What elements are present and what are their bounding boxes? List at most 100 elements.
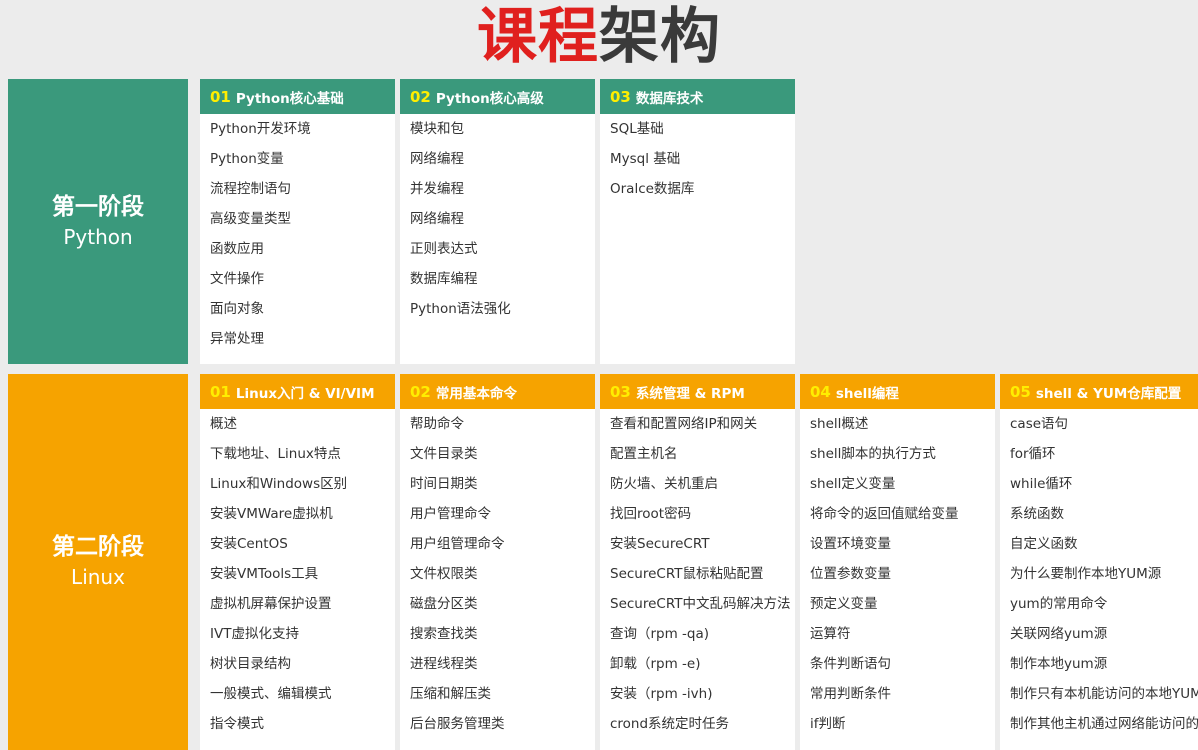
module-title: 常用基本命令 — [435, 385, 517, 402]
topic-item: 磁盘分区类 — [410, 596, 478, 612]
topic-item: 查询（rpm -qa) — [610, 626, 710, 642]
topic-item: 压缩和解压类 — [410, 686, 491, 702]
module-card: 03 数据库技术 SQL基础 Mysql 基础 Oralce数据库 — [600, 79, 795, 364]
topic-item: 文件目录类 — [410, 446, 478, 462]
topic-item: 面向对象 — [210, 301, 264, 317]
module-number: 03 — [610, 87, 631, 106]
topic-item: 函数应用 — [210, 241, 264, 257]
topic-item: 后台服务管理类 — [410, 716, 505, 732]
module-topic-list: shell概述 shell脚本的执行方式 shell定义变量 将命令的返回值赋给变量设… — [800, 409, 995, 739]
topic-item: 正则表达式 — [410, 241, 478, 257]
topic-item: 进程线程类 — [410, 656, 478, 672]
stage-subtitle: Linux — [71, 565, 125, 589]
topic-item: 一般模式、编辑模式 — [210, 686, 332, 702]
topic-item: 安装（rpm -ivh) — [610, 686, 713, 702]
topic-item: shell定义变量 — [810, 476, 896, 492]
topic-item: 卸载（rpm -e) — [610, 656, 701, 672]
topic-item: Python语法强化 — [410, 301, 511, 317]
module-topic-list: 概述 下载地址、Linux特点 Linux和Windows区别 安装VMWare虚拟机… — [200, 409, 395, 739]
topic-item: 用户管理命令 — [410, 506, 491, 522]
module-card: 02 Python核心高级 模块和包 网络编程 并发编程 网络编程 正则表达式 数据库编程 Py… — [400, 79, 595, 364]
topic-item: 安装VMTools工具 — [210, 566, 319, 582]
module-title: Python核心基础 — [235, 90, 344, 107]
topic-item: shell脚本的执行方式 — [810, 446, 936, 462]
module-number: 03 — [610, 382, 631, 401]
module-header: 03 数据库技术 — [600, 79, 795, 114]
page-title-part1: 课程 — [477, 2, 599, 72]
topic-item: 查看和配置网络IP和网关 — [610, 416, 758, 432]
topic-item: 概述 — [210, 416, 237, 432]
module-title: shell & YUM仓库配置 — [1035, 385, 1182, 402]
module-title: 数据库技术 — [635, 90, 704, 107]
topic-item: 设置环境变量 — [810, 536, 891, 552]
module-number: 05 — [1010, 382, 1031, 401]
module-title: Linux入门 & VI/VIM — [235, 385, 375, 402]
module-topic-list: Python开发环境 Python变量 流程控制语句 高级变量类型 函数应用文件操作面向… — [200, 114, 395, 354]
module-number: 02 — [410, 87, 431, 106]
topic-item: 高级变量类型 — [210, 211, 291, 227]
topic-item: 配置主机名 — [610, 446, 678, 462]
topic-item: crond系统定时任务 — [610, 716, 730, 732]
page-title: 课程架构 — [0, 0, 1198, 78]
topic-item: 并发编程 — [410, 181, 464, 197]
topic-item: 为什么要制作本地YUM源 — [1010, 566, 1162, 582]
topic-item: 虚拟机屏幕保护设置 — [210, 596, 332, 612]
topic-item: 关联网络yum源 — [1010, 626, 1108, 642]
topic-item: 安装SecureCRT — [610, 536, 710, 552]
module-title: Python核心高级 — [435, 90, 544, 107]
topic-item: if判断 — [810, 716, 846, 732]
stage-name: 第一阶段 — [52, 193, 144, 220]
topic-item: IVT虚拟化支持 — [210, 626, 299, 642]
topic-item: 搜索查找类 — [410, 626, 478, 642]
topic-item: Linux和Windows区别 — [210, 476, 348, 492]
module-title: shell编程 — [835, 385, 899, 402]
module-header: 04 shell编程 — [800, 374, 995, 409]
topic-item: 树状目录结构 — [210, 656, 291, 672]
topic-item: 常用判断条件 — [810, 686, 891, 702]
stage-2-panel: 第二阶段 Linux — [8, 374, 188, 750]
stage-1-panel: 第一阶段 Python — [8, 79, 188, 364]
topic-item: Python变量 — [210, 151, 284, 167]
topic-item: 网络编程 — [410, 211, 464, 227]
module-card: 05 shell & YUM仓库配置 case语句 for循环 while循环 系统函数自… — [1000, 374, 1198, 750]
module-topic-list: 模块和包 网络编程 并发编程 网络编程 正则表达式 数据库编程 Python语法强化 — [400, 114, 595, 324]
module-number: 04 — [810, 382, 831, 401]
topic-item: 制作本地yum源 — [1010, 656, 1108, 672]
topic-item: while循环 — [1010, 476, 1073, 492]
topic-item: SecureCRT鼠标粘贴配置 — [610, 566, 764, 582]
topic-item: 文件操作 — [210, 271, 264, 287]
module-header: 03 系统管理 & RPM — [600, 374, 795, 409]
module-header: 05 shell & YUM仓库配置 — [1000, 374, 1198, 409]
topic-item: 条件判断语句 — [810, 656, 891, 672]
topic-item: 文件权限类 — [410, 566, 478, 582]
topic-item: 异常处理 — [210, 331, 264, 347]
topic-item: 流程控制语句 — [210, 181, 291, 197]
topic-item: 安装CentOS — [210, 536, 288, 552]
topic-item: 用户组管理命令 — [410, 536, 505, 552]
module-card: 01 Python核心基础 Python开发环境 Python变量 流程控制语句 高级变量… — [200, 79, 395, 364]
stage-subtitle: Python — [63, 224, 133, 249]
topic-item: 位置参数变量 — [810, 566, 891, 582]
module-header: 02 Python核心高级 — [400, 79, 595, 114]
topic-item: 模块和包 — [410, 121, 464, 137]
topic-item: 网络编程 — [410, 151, 464, 167]
topic-item: 制作其他主机通过网络能访问的本地YUM源 — [1010, 716, 1198, 732]
topic-item: 系统函数 — [1010, 506, 1064, 522]
module-number: 02 — [410, 382, 431, 401]
topic-item: SecureCRT中文乱码解决方法 — [610, 596, 791, 612]
module-topic-list: SQL基础 Mysql 基础 Oralce数据库 — [600, 114, 795, 204]
module-topic-list: 查看和配置网络IP和网关 配置主机名 防火墙、关机重启 找回root密码 安装Secur… — [600, 409, 795, 739]
topic-item: Oralce数据库 — [610, 181, 695, 197]
topic-item: 运算符 — [810, 626, 851, 642]
topic-item: 将命令的返回值赋给变量 — [810, 506, 959, 522]
topic-item: 指令模式 — [210, 716, 264, 732]
topic-item: for循环 — [1010, 446, 1056, 462]
topic-item: Mysql 基础 — [610, 151, 681, 167]
topic-item: yum的常用命令 — [1010, 596, 1108, 612]
topic-item: 下载地址、Linux特点 — [210, 446, 341, 462]
module-card: 01 Linux入门 & VI/VIM 概述下载地址、Linux特点 Linux和Wi… — [200, 374, 395, 750]
topic-item: SQL基础 — [610, 121, 664, 137]
topic-item: Python开发环境 — [210, 121, 311, 137]
topic-item: 帮助命令 — [410, 416, 464, 432]
module-number: 01 — [210, 382, 231, 401]
